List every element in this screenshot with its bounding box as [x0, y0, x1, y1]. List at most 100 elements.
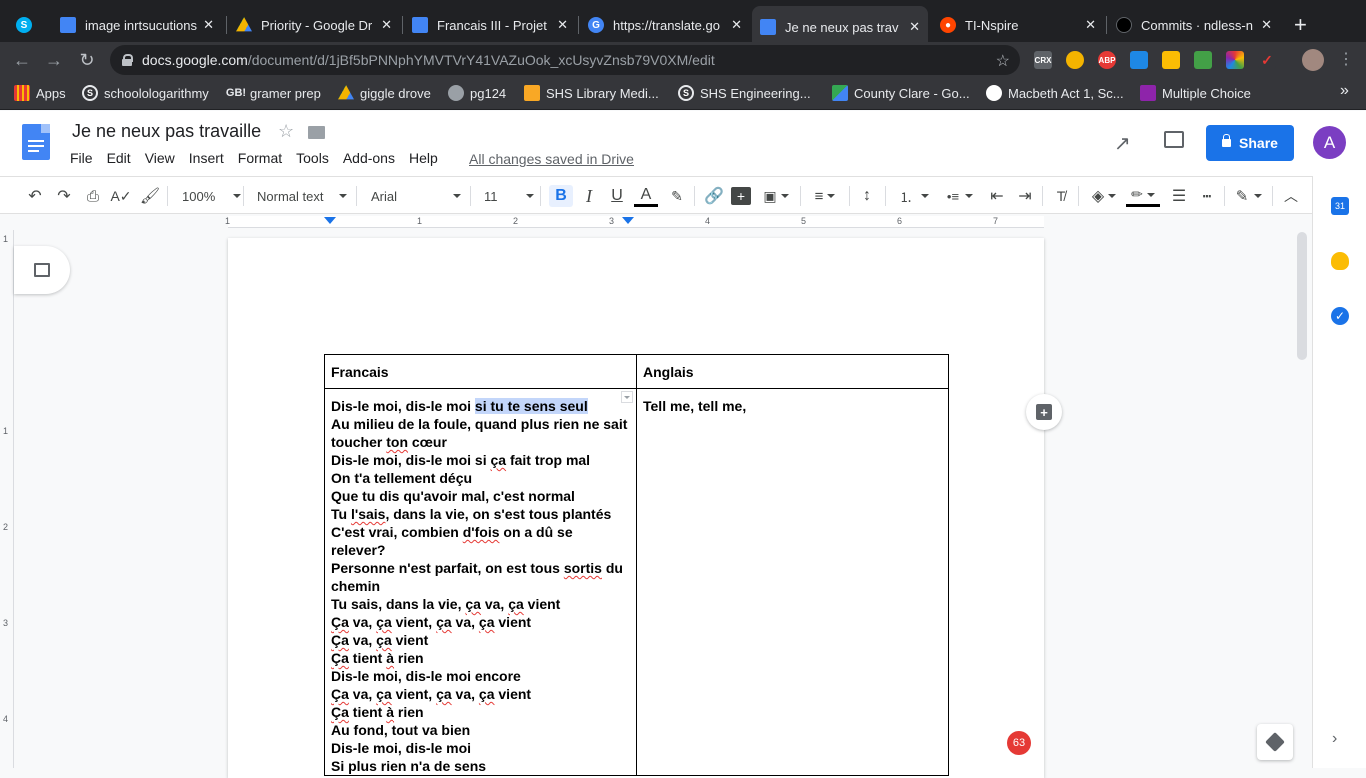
vertical-scrollbar[interactable]	[1297, 232, 1307, 360]
editing-mode-icon[interactable]: ✎	[1232, 185, 1266, 207]
bookmark-shs-engineering[interactable]: S SHS Engineering...	[678, 85, 811, 101]
tab-ti-nspire[interactable]: ● TI-Nspire ✕	[932, 8, 1104, 42]
menu-format[interactable]: Format	[238, 150, 282, 166]
cell-menu-dropdown[interactable]	[621, 391, 633, 403]
folder-icon[interactable]	[308, 126, 325, 139]
star-icon[interactable]: ☆	[278, 121, 294, 142]
insert-image-icon[interactable]: ▣	[759, 185, 793, 207]
highlight-pen-icon[interactable]: ✎	[666, 185, 688, 207]
header-anglais[interactable]: Anglais	[636, 354, 949, 389]
font-size-dropdown[interactable]: 11	[484, 185, 534, 207]
address-bar[interactable]: docs.google.com/document/d/1jBf5bPNNphYM…	[110, 45, 1020, 75]
close-icon[interactable]: ✕	[381, 17, 392, 33]
italic-button[interactable]: I	[578, 185, 600, 207]
account-avatar[interactable]: A	[1313, 126, 1346, 159]
lyrics-table[interactable]: Francais Anglais Dis-le moi, dis-le moi …	[324, 354, 949, 776]
menu-insert[interactable]: Insert	[189, 150, 224, 166]
keep-icon[interactable]	[1331, 252, 1349, 270]
adblock-extension-icon[interactable]: ABP	[1098, 51, 1116, 69]
align-left-icon[interactable]: ≡	[808, 185, 842, 207]
bookmark-gramer-prep[interactable]: GB! gramer prep	[226, 85, 321, 101]
numbered-list-icon[interactable]: ⒈	[895, 185, 933, 207]
bookmark-schoology[interactable]: S schoolologarithmy	[82, 85, 209, 101]
menu-tools[interactable]: Tools	[296, 150, 329, 166]
close-icon[interactable]: ✕	[1261, 17, 1272, 33]
print-icon[interactable]: ⎙	[82, 185, 104, 207]
chevron-right-icon[interactable]: ›	[1332, 730, 1337, 748]
tab-commits[interactable]: Commits · ndless-n ✕	[1108, 8, 1280, 42]
close-icon[interactable]: ✕	[731, 17, 742, 33]
bold-button[interactable]: B	[549, 185, 573, 207]
add-comment-icon[interactable]: +	[731, 187, 751, 205]
zoom-dropdown[interactable]: 100%	[182, 185, 242, 207]
undo-icon[interactable]: ↶	[24, 185, 46, 207]
border-width-icon[interactable]: ☰	[1168, 185, 1190, 207]
line-spacing-icon[interactable]: ↕	[856, 185, 878, 207]
explore-button[interactable]	[1257, 724, 1293, 760]
browser-menu-icon[interactable]: ⋮	[1334, 50, 1358, 70]
tasks-icon[interactable]: ✓	[1331, 307, 1349, 325]
clear-formatting-icon[interactable]: T̸	[1050, 185, 1072, 207]
right-indent-marker[interactable]	[622, 217, 634, 224]
underline-button[interactable]: U	[606, 185, 628, 207]
bookmark-apps[interactable]: Apps	[14, 85, 66, 101]
bookmark-star-icon[interactable]: ☆	[996, 51, 1010, 71]
vpn-extension-icon[interactable]	[1130, 51, 1148, 69]
decrease-indent-icon[interactable]: ⇤	[986, 185, 1008, 207]
activity-trend-icon[interactable]: ↗	[1114, 131, 1131, 156]
anglais-cell[interactable]: Tell me, tell me,	[636, 388, 949, 776]
clipboard-extension-icon[interactable]	[1162, 51, 1180, 69]
font-family-dropdown[interactable]: Arial	[371, 185, 462, 207]
tab-francais-projet[interactable]: Francais III - Projet ✕	[404, 8, 576, 42]
tab-priority-drive[interactable]: Priority - Google Dr ✕	[228, 8, 400, 42]
tab-skype[interactable]: S	[8, 8, 48, 42]
colorpick-extension-icon[interactable]	[1226, 51, 1244, 69]
paint-format-icon[interactable]: 🖌	[139, 185, 161, 207]
bookmark-county-clare[interactable]: County Clare - Go...	[832, 85, 970, 101]
bookmark-shs-library[interactable]: SHS Library Medi...	[524, 85, 659, 101]
check-extension-icon[interactable]: ✓	[1258, 51, 1276, 69]
save-status[interactable]: All changes saved in Drive	[469, 151, 634, 167]
menu-edit[interactable]: Edit	[107, 150, 131, 166]
calendar-icon[interactable]: 31	[1331, 197, 1349, 215]
left-indent-marker[interactable]	[324, 217, 336, 224]
add-comment-button[interactable]: +	[1026, 394, 1062, 430]
menu-view[interactable]: View	[145, 150, 175, 166]
bookmarks-overflow-button[interactable]: »	[1340, 82, 1349, 100]
crx-extension-icon[interactable]: CRX	[1034, 51, 1052, 69]
google-docs-logo-icon[interactable]	[22, 124, 50, 160]
increase-indent-icon[interactable]: ⇥	[1014, 185, 1036, 207]
owl-extension-icon[interactable]	[1066, 51, 1084, 69]
bookmark-giggle-drove[interactable]: giggle drove	[338, 85, 431, 101]
link-icon[interactable]: 🔗	[703, 185, 725, 207]
menu-add-ons[interactable]: Add-ons	[343, 150, 395, 166]
document-outline-button[interactable]	[14, 246, 70, 294]
spellcheck-icon[interactable]: A✓	[110, 185, 132, 207]
new-tab-button[interactable]: +	[1286, 8, 1316, 42]
header-francais[interactable]: Francais	[324, 354, 637, 389]
menu-help[interactable]: Help	[409, 150, 438, 166]
close-icon[interactable]: ✕	[1085, 17, 1096, 33]
grammar-extension-icon[interactable]	[1194, 51, 1212, 69]
fill-color-icon[interactable]: ◈	[1088, 185, 1120, 207]
collapse-chevron-icon[interactable]: ︿	[1280, 185, 1302, 207]
close-icon[interactable]: ✕	[909, 19, 920, 35]
border-dash-icon[interactable]: ┅	[1196, 185, 1218, 207]
tab-image-instructions[interactable]: image inrtsucutions ✕	[52, 8, 222, 42]
share-button[interactable]: Share	[1206, 125, 1294, 161]
francais-cell[interactable]: Dis-le moi, dis-le moi si tu te sens seu…	[324, 388, 637, 776]
profile-avatar[interactable]	[1302, 49, 1324, 71]
border-color-icon[interactable]: ✏	[1126, 185, 1160, 207]
bookmark-pg124[interactable]: pg124	[448, 85, 506, 101]
forward-arrow-icon[interactable]: →	[42, 50, 66, 70]
redo-icon[interactable]: ↷	[53, 185, 75, 207]
menu-file[interactable]: File	[70, 150, 93, 166]
comments-icon[interactable]	[1164, 131, 1184, 148]
notification-badge[interactable]: 63	[1007, 731, 1031, 755]
reload-icon[interactable]: ↻	[75, 50, 99, 70]
paragraph-style-dropdown[interactable]: Normal text	[257, 185, 348, 207]
back-arrow-icon[interactable]: ←	[10, 50, 34, 70]
close-icon[interactable]: ✕	[203, 17, 214, 33]
bookmark-macbeth[interactable]: Macbeth Act 1, Sc...	[986, 85, 1124, 101]
text-color-button[interactable]: A	[634, 185, 658, 207]
